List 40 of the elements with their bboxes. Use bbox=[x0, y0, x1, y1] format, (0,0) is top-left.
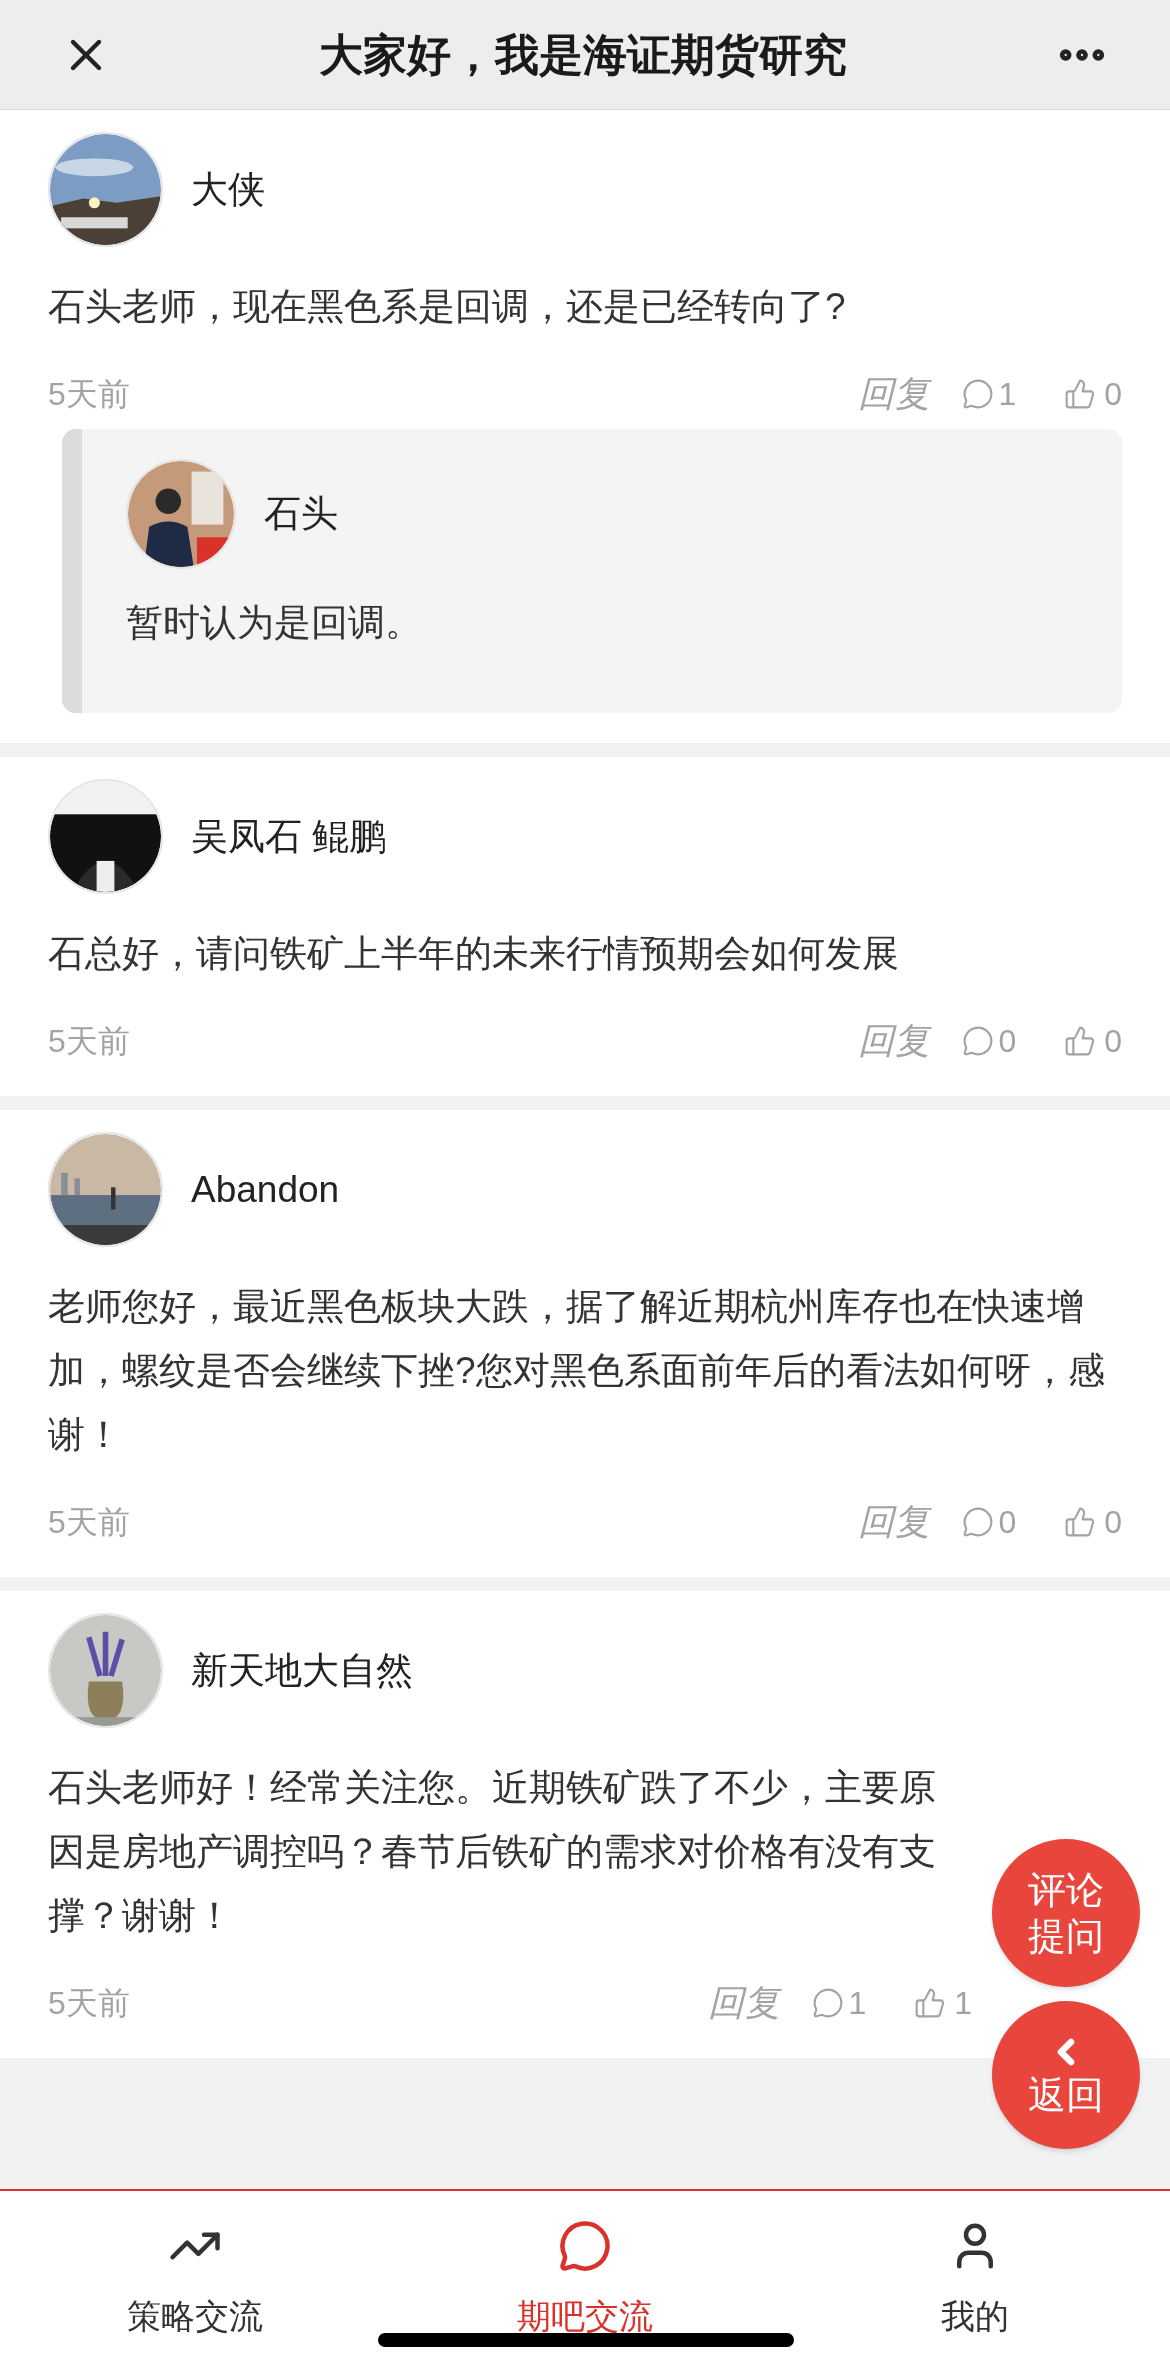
comment-count: 0 bbox=[998, 1503, 1017, 1542]
like-icon[interactable] bbox=[914, 1987, 947, 2019]
comment-icon[interactable] bbox=[962, 378, 995, 410]
reply-link[interactable]: 回复 bbox=[858, 1495, 931, 1549]
chat-icon bbox=[558, 2219, 612, 2273]
post-time: 5天前 bbox=[48, 1022, 130, 1061]
comment-count: 0 bbox=[998, 1022, 1017, 1061]
reply-link[interactable]: 回复 bbox=[708, 1976, 781, 2030]
like-icon[interactable] bbox=[1064, 1506, 1097, 1538]
like-count: 1 bbox=[954, 1984, 972, 2023]
author-name: 新天地大自然 bbox=[191, 1648, 413, 1693]
author-name: Abandon bbox=[191, 1167, 340, 1212]
like-icon[interactable] bbox=[1064, 1025, 1097, 1057]
reply-link[interactable]: 回复 bbox=[858, 367, 931, 421]
nav-tab[interactable]: 策略交流 bbox=[0, 2191, 390, 2369]
back-button[interactable]: 返回 bbox=[992, 2001, 1140, 2149]
like-icon[interactable] bbox=[1064, 378, 1097, 410]
author-name: 石头 bbox=[264, 492, 338, 537]
like-count: 0 bbox=[1104, 1503, 1122, 1542]
window-title: 大家好，我是海证期货研究 bbox=[319, 28, 847, 81]
nav-tab[interactable]: 我的 bbox=[780, 2191, 1170, 2369]
comment-text: 石头老师好！经常关注您。近期铁矿跌了不少，主要原因是房地产调控吗？春节后铁矿的需求对价格有没有支撑？谢谢！ bbox=[48, 1766, 937, 1938]
reply-link[interactable]: 回复 bbox=[858, 1014, 931, 1068]
author-name: 大侠 bbox=[191, 167, 265, 212]
post-time: 5天前 bbox=[48, 375, 130, 414]
comment-icon[interactable] bbox=[962, 1506, 995, 1538]
post-time: 5天前 bbox=[48, 1503, 130, 1542]
like-count: 0 bbox=[1104, 375, 1122, 414]
comment-text: 石总好，请问铁矿上半年的未来行情预期会如何发展 bbox=[48, 932, 900, 976]
like-count: 0 bbox=[1104, 1022, 1122, 1061]
comment-icon[interactable] bbox=[962, 1025, 995, 1057]
reply-text: 暂时认为是回调。 bbox=[126, 601, 423, 645]
comment-count: 1 bbox=[998, 375, 1017, 414]
post-time: 5天前 bbox=[48, 1984, 130, 2023]
comment-text: 老师您好，最近黑色板块大跌，据了解近期杭州库存也在快速增加，螺纹是否会继续下挫?您对黑色系面前年后的看法如何呀，感谢！ bbox=[48, 1285, 1106, 1457]
comment-count: 1 bbox=[848, 1984, 867, 2023]
nav-tab[interactable]: 期吧交流 bbox=[390, 2191, 780, 2369]
author-name: 吴凤石 鲲鹏 bbox=[191, 814, 387, 859]
comment-text: 石头老师，现在黑色系是回调，还是已经转向了? bbox=[48, 285, 847, 329]
comment-icon[interactable] bbox=[812, 1987, 845, 2019]
